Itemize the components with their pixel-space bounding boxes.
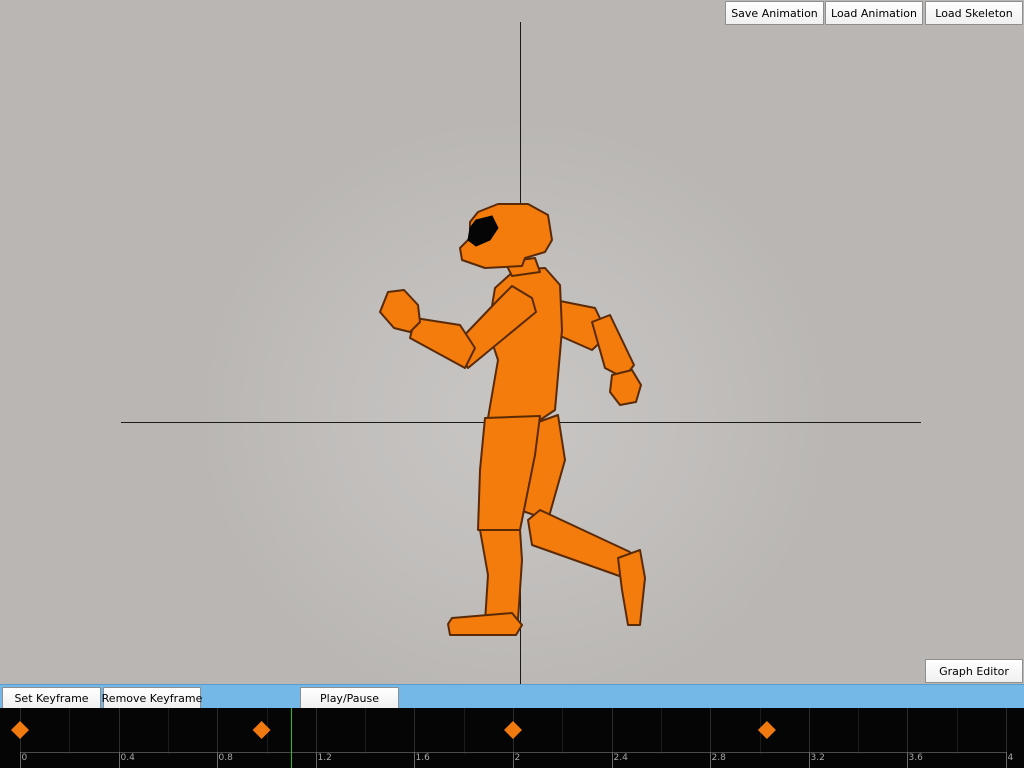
back-shin	[527, 509, 631, 579]
timeline-tick-label: 4	[1007, 753, 1014, 763]
skeleton-figure[interactable]	[0, 0, 1024, 684]
front-forearm	[409, 317, 476, 369]
timeline-tick-label: 2	[514, 753, 521, 763]
play-pause-button[interactable]: Play/Pause	[300, 687, 399, 709]
timeline-toolbar: Set Keyframe Remove Keyframe Play/Pause	[0, 684, 1024, 709]
load-skeleton-button[interactable]: Load Skeleton	[925, 1, 1023, 25]
back-hand	[609, 369, 642, 406]
keyframe-marker[interactable]	[11, 721, 29, 739]
timeline-tick-label: 1.6	[415, 753, 430, 763]
timeline-tick-label: 3.6	[908, 753, 923, 763]
back-forearm	[591, 314, 635, 379]
graph-editor-button[interactable]: Graph Editor	[925, 659, 1023, 683]
set-keyframe-button[interactable]: Set Keyframe	[2, 687, 101, 709]
timeline-tick-label: 2.4	[613, 753, 628, 763]
timeline-tick-label: 0	[21, 753, 28, 763]
load-animation-button[interactable]: Load Animation	[825, 1, 923, 25]
timeline-tick-label: 0.8	[218, 753, 233, 763]
timeline-tick-label: 3.2	[810, 753, 825, 763]
front-hand	[379, 289, 421, 333]
torso	[487, 267, 563, 421]
front-shin	[479, 529, 523, 623]
timeline-tick-label: 1.2	[317, 753, 332, 763]
animation-viewport[interactable]: Save Animation Load Animation Load Skele…	[0, 0, 1024, 684]
timeline-track[interactable]: 0 0.4 0.8 1.2 1.6 2 2.4 2.8 3.2 3.6 4	[0, 708, 1024, 768]
front-foot	[447, 612, 523, 636]
back-foot	[617, 549, 646, 626]
timeline-tick-label: 0.4	[120, 753, 135, 763]
timeline-tick-label: 2.8	[711, 753, 726, 763]
keyframe-marker[interactable]	[504, 721, 522, 739]
remove-keyframe-button[interactable]: Remove Keyframe	[102, 687, 202, 709]
save-animation-button[interactable]: Save Animation	[725, 1, 824, 25]
timeline-canvas[interactable]	[0, 708, 1024, 768]
